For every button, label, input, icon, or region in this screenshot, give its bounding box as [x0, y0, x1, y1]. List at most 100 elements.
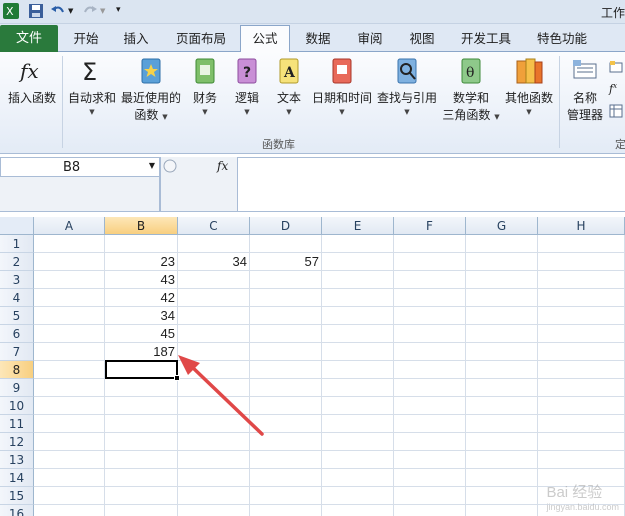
date-time-button[interactable]: 日期和时间 ▼	[310, 56, 374, 117]
fx-icon: fx	[17, 56, 47, 86]
tab-special[interactable]: 特色功能	[530, 26, 594, 52]
watermark-text: Bai 经验	[546, 484, 603, 501]
financial-button[interactable]: 财务 ▼	[188, 56, 222, 117]
text-button[interactable]: A 文本 ▼	[272, 56, 306, 117]
calendar-book-icon	[327, 56, 357, 86]
column-header-e[interactable]: E	[322, 217, 394, 235]
worksheet-grid[interactable]: ABCDEFGH 1 2 3 4 5 6 7 8 9 10 11 12 13 14 15 16 23 34 57 4…	[0, 217, 625, 516]
gridline-horizontal	[34, 414, 625, 415]
row-header-13[interactable]: 13	[0, 451, 34, 469]
row-header-10[interactable]: 10	[0, 397, 34, 415]
row-header-12[interactable]: 12	[0, 433, 34, 451]
svg-text:θ: θ	[466, 65, 474, 81]
name-manager-label-1: 名称	[572, 91, 597, 105]
tab-developer[interactable]: 开发工具	[454, 26, 518, 52]
tab-review[interactable]: 审阅	[350, 26, 390, 52]
row-header-16[interactable]: 16	[0, 505, 34, 516]
define-name-icon[interactable]	[609, 60, 623, 77]
financial-label: 财务	[192, 91, 217, 105]
select-all-corner[interactable]	[0, 217, 34, 235]
column-header-a[interactable]: A	[34, 217, 105, 235]
math-label-2: 三角函数 ▼	[442, 108, 500, 122]
row-header-5[interactable]: 5	[0, 307, 34, 325]
tab-data[interactable]: 数据	[298, 26, 338, 52]
logical-label: 逻辑	[234, 91, 259, 105]
active-cell-selection[interactable]	[105, 360, 178, 379]
name-box[interactable]: B8 ▼	[0, 157, 160, 177]
name-box-dropdown-icon[interactable]: ▼	[149, 161, 155, 170]
name-manager-icon	[570, 56, 600, 86]
row-header-2[interactable]: 2	[0, 253, 34, 271]
logical-button[interactable]: ? 逻辑 ▼	[230, 56, 264, 117]
gridline-horizontal	[34, 450, 625, 451]
recently-used-button[interactable]: 最近使用的 函数 ▼	[120, 56, 182, 124]
column-header-h[interactable]: H	[538, 217, 625, 235]
ribbon-tabs: 文件 开始 插入 页面布局 公式 数据 审阅 视图 开发工具 特色功能	[0, 24, 625, 53]
save-icon[interactable]	[28, 3, 44, 22]
insert-function-label: 插入函数	[7, 91, 56, 105]
date-time-label: 日期和时间	[311, 91, 372, 105]
column-header-d[interactable]: D	[250, 217, 322, 235]
lookup-reference-button[interactable]: 查找与引用 ▼	[376, 56, 438, 117]
row-header-11[interactable]: 11	[0, 415, 34, 433]
column-header-b[interactable]: B	[105, 217, 178, 235]
row-header-7[interactable]: 7	[0, 343, 34, 361]
row-header-15[interactable]: 15	[0, 487, 34, 505]
name-manager-button[interactable]: 名称 管理器	[563, 56, 607, 124]
cell-b4[interactable]: 42	[105, 289, 178, 307]
cell-b7[interactable]: 187	[105, 343, 178, 361]
cell-d2[interactable]: 57	[250, 253, 322, 271]
use-in-formula-icon[interactable]: fx	[609, 82, 617, 96]
row-header-3[interactable]: 3	[0, 271, 34, 289]
more-functions-button[interactable]: 其他函数 ▼	[502, 56, 556, 117]
customize-qat-icon[interactable]: ▾	[116, 5, 121, 15]
math-label-1: 数学和	[452, 91, 489, 105]
insert-function-button[interactable]: fx 插入函数	[3, 56, 61, 107]
formula-input[interactable]	[238, 157, 625, 212]
question-book-icon: ?	[232, 56, 262, 86]
redo-icon[interactable]	[82, 3, 98, 22]
text-book-icon: A	[274, 56, 304, 86]
gridline-vertical	[465, 235, 466, 516]
tab-view[interactable]: 视图	[402, 26, 442, 52]
svg-text:?: ?	[243, 65, 251, 81]
row-header-9[interactable]: 9	[0, 379, 34, 397]
cell-b2[interactable]: 23	[105, 253, 178, 271]
insert-function-fx-icon[interactable]: fx	[217, 159, 228, 173]
dropdown-arrow-icon: ▼	[526, 108, 532, 116]
gridline-vertical	[537, 235, 538, 516]
tab-page-layout[interactable]: 页面布局	[170, 26, 232, 52]
undo-icon[interactable]	[50, 3, 66, 22]
cell-b5[interactable]: 34	[105, 307, 178, 325]
tab-home[interactable]: 开始	[64, 26, 108, 52]
column-header-c[interactable]: C	[178, 217, 250, 235]
row-header-4[interactable]: 4	[0, 289, 34, 307]
name-box-value: B8	[63, 160, 81, 175]
cell-c2[interactable]: 34	[178, 253, 250, 271]
cell-b6[interactable]: 45	[105, 325, 178, 343]
row-header-8[interactable]: 8	[0, 361, 34, 379]
gridline-horizontal	[34, 396, 625, 397]
tab-formulas[interactable]: 公式	[240, 25, 290, 53]
row-header-1[interactable]: 1	[0, 235, 34, 253]
dropdown-arrow-icon: ▼	[202, 108, 208, 116]
tab-insert[interactable]: 插入	[114, 26, 158, 52]
tab-file[interactable]: 文件	[0, 25, 58, 52]
row-header-14[interactable]: 14	[0, 469, 34, 487]
cell-b3[interactable]: 43	[105, 271, 178, 289]
watermark: Bai 经验 jingyan.baidu.com	[546, 481, 619, 512]
watermark-url: jingyan.baidu.com	[546, 502, 619, 512]
autosum-button[interactable]: Σ 自动求和 ▼	[66, 56, 118, 117]
row-header-6[interactable]: 6	[0, 325, 34, 343]
group-separator	[559, 56, 560, 148]
svg-text:fx: fx	[18, 59, 39, 83]
column-header-f[interactable]: F	[394, 217, 466, 235]
autosum-label: 自动求和	[67, 91, 116, 105]
undo-dropdown-icon[interactable]: ▼	[68, 7, 73, 15]
math-trig-button[interactable]: θ 数学和 三角函数 ▼	[440, 56, 502, 124]
column-header-g[interactable]: G	[466, 217, 538, 235]
create-from-selection-icon[interactable]	[609, 104, 623, 121]
fill-handle[interactable]	[174, 375, 180, 381]
formula-bar-collapse-icon[interactable]	[163, 159, 177, 176]
redo-dropdown-icon[interactable]: ▼	[100, 7, 105, 15]
